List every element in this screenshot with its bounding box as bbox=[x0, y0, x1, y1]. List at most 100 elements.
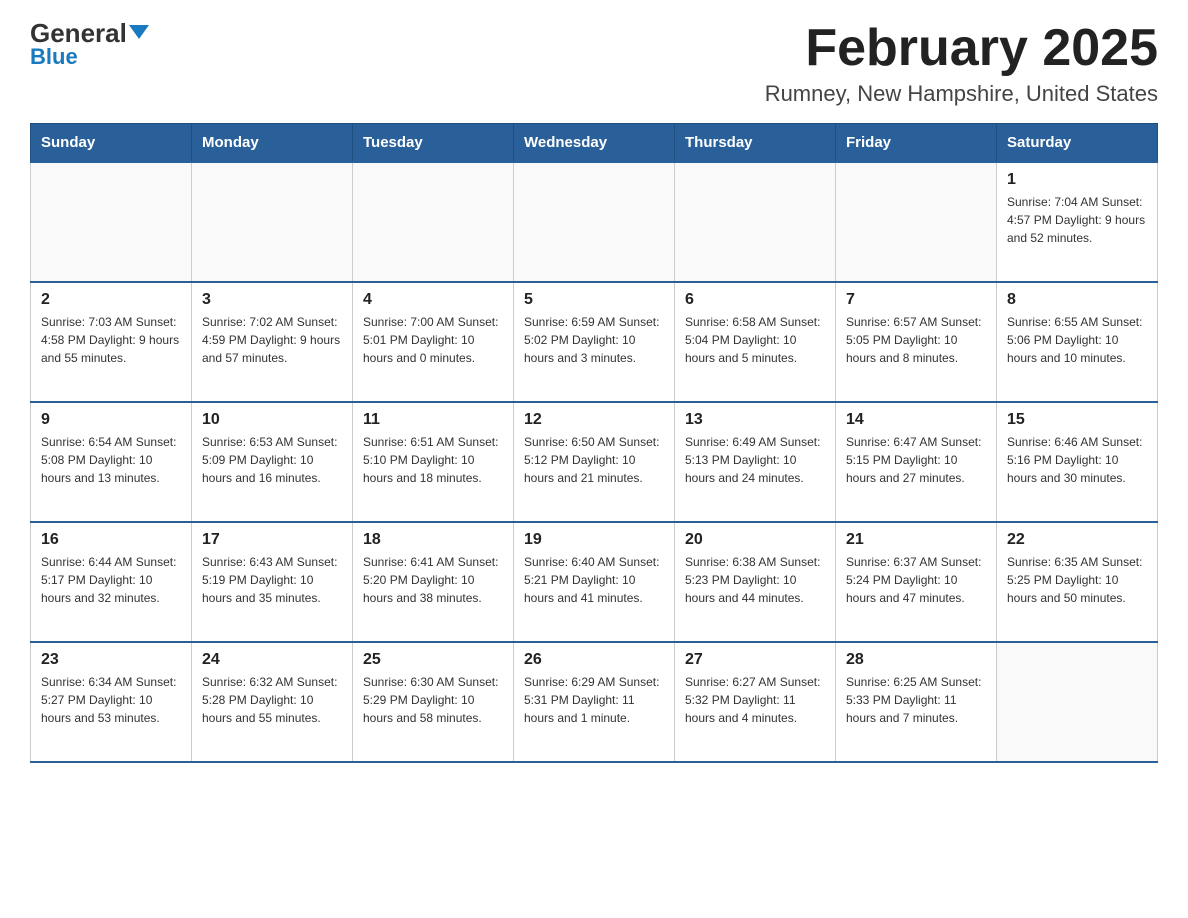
calendar-week-row: 23 Sunrise: 6:34 AM Sunset: 5:27 PM Dayli… bbox=[31, 642, 1158, 762]
calendar-cell: 8 Sunrise: 6:55 AM Sunset: 5:06 PM Daylig… bbox=[997, 282, 1158, 402]
day-info: Sunrise: 6:57 AM Sunset: 5:05 PM Dayligh… bbox=[846, 313, 986, 367]
calendar-cell: 27 Sunrise: 6:27 AM Sunset: 5:32 PM Dayli… bbox=[675, 642, 836, 762]
logo-general: General bbox=[30, 20, 149, 46]
day-info: Sunrise: 6:49 AM Sunset: 5:13 PM Dayligh… bbox=[685, 433, 825, 487]
day-number: 18 bbox=[363, 531, 503, 549]
calendar-cell: 11 Sunrise: 6:51 AM Sunset: 5:10 PM Dayli… bbox=[353, 402, 514, 522]
day-info: Sunrise: 6:59 AM Sunset: 5:02 PM Dayligh… bbox=[524, 313, 664, 367]
day-info: Sunrise: 6:27 AM Sunset: 5:32 PM Dayligh… bbox=[685, 673, 825, 727]
calendar-cell bbox=[514, 162, 675, 282]
day-info: Sunrise: 6:51 AM Sunset: 5:10 PM Dayligh… bbox=[363, 433, 503, 487]
day-number: 12 bbox=[524, 411, 664, 429]
calendar-cell bbox=[353, 162, 514, 282]
calendar-table: SundayMondayTuesdayWednesdayThursdayFrid… bbox=[30, 123, 1158, 763]
calendar-cell: 3Sunrise: 7:02 AM Sunset: 4:59 PM Daylig… bbox=[192, 282, 353, 402]
day-number: 22 bbox=[1007, 531, 1147, 549]
day-info: Sunrise: 6:44 AM Sunset: 5:17 PM Dayligh… bbox=[41, 553, 181, 607]
day-info: Sunrise: 7:04 AM Sunset: 4:57 PM Dayligh… bbox=[1007, 193, 1147, 247]
day-number: 10 bbox=[202, 411, 342, 429]
calendar-cell: 23 Sunrise: 6:34 AM Sunset: 5:27 PM Dayli… bbox=[31, 642, 192, 762]
calendar-cell: 10 Sunrise: 6:53 AM Sunset: 5:09 PM Dayli… bbox=[192, 402, 353, 522]
calendar-week-row: 16 Sunrise: 6:44 AM Sunset: 5:17 PM Dayli… bbox=[31, 522, 1158, 642]
day-number: 27 bbox=[685, 651, 825, 669]
page-header: General Blue February 2025 Rumney, New H… bbox=[30, 20, 1158, 107]
calendar-cell: 17Sunrise: 6:43 AM Sunset: 5:19 PM Dayli… bbox=[192, 522, 353, 642]
day-number: 20 bbox=[685, 531, 825, 549]
calendar-cell: 13Sunrise: 6:49 AM Sunset: 5:13 PM Dayli… bbox=[675, 402, 836, 522]
calendar-cell: 28Sunrise: 6:25 AM Sunset: 5:33 PM Dayli… bbox=[836, 642, 997, 762]
calendar-cell: 12 Sunrise: 6:50 AM Sunset: 5:12 PM Dayli… bbox=[514, 402, 675, 522]
calendar-cell: 2 Sunrise: 7:03 AM Sunset: 4:58 PM Daylig… bbox=[31, 282, 192, 402]
day-info: Sunrise: 6:30 AM Sunset: 5:29 PM Dayligh… bbox=[363, 673, 503, 727]
day-number: 15 bbox=[1007, 411, 1147, 429]
day-info: Sunrise: 6:35 AM Sunset: 5:25 PM Dayligh… bbox=[1007, 553, 1147, 607]
day-info: Sunrise: 6:34 AM Sunset: 5:27 PM Dayligh… bbox=[41, 673, 181, 727]
location-title: Rumney, New Hampshire, United States bbox=[765, 81, 1158, 107]
day-info: Sunrise: 6:40 AM Sunset: 5:21 PM Dayligh… bbox=[524, 553, 664, 607]
logo-arrow-icon bbox=[129, 25, 149, 39]
calendar-cell: 9 Sunrise: 6:54 AM Sunset: 5:08 PM Daylig… bbox=[31, 402, 192, 522]
day-number: 19 bbox=[524, 531, 664, 549]
day-info: Sunrise: 7:02 AM Sunset: 4:59 PM Dayligh… bbox=[202, 313, 342, 367]
calendar-cell: 14 Sunrise: 6:47 AM Sunset: 5:15 PM Dayli… bbox=[836, 402, 997, 522]
calendar-cell: 18 Sunrise: 6:41 AM Sunset: 5:20 PM Dayli… bbox=[353, 522, 514, 642]
day-number: 23 bbox=[41, 651, 181, 669]
day-info: Sunrise: 6:55 AM Sunset: 5:06 PM Dayligh… bbox=[1007, 313, 1147, 367]
day-info: Sunrise: 6:53 AM Sunset: 5:09 PM Dayligh… bbox=[202, 433, 342, 487]
day-info: Sunrise: 6:29 AM Sunset: 5:31 PM Dayligh… bbox=[524, 673, 664, 727]
logo-blue: Blue bbox=[30, 44, 78, 70]
calendar-cell: 6 Sunrise: 6:58 AM Sunset: 5:04 PM Daylig… bbox=[675, 282, 836, 402]
weekday-header-thursday: Thursday bbox=[675, 124, 836, 163]
day-number: 24 bbox=[202, 651, 342, 669]
day-info: Sunrise: 6:37 AM Sunset: 5:24 PM Dayligh… bbox=[846, 553, 986, 607]
day-info: Sunrise: 6:54 AM Sunset: 5:08 PM Dayligh… bbox=[41, 433, 181, 487]
calendar-cell bbox=[997, 642, 1158, 762]
calendar-cell: 5 Sunrise: 6:59 AM Sunset: 5:02 PM Daylig… bbox=[514, 282, 675, 402]
day-info: Sunrise: 6:43 AM Sunset: 5:19 PM Dayligh… bbox=[202, 553, 342, 607]
calendar-cell bbox=[192, 162, 353, 282]
day-info: Sunrise: 6:32 AM Sunset: 5:28 PM Dayligh… bbox=[202, 673, 342, 727]
day-number: 21 bbox=[846, 531, 986, 549]
calendar-cell: 4 Sunrise: 7:00 AM Sunset: 5:01 PM Daylig… bbox=[353, 282, 514, 402]
day-info: Sunrise: 6:46 AM Sunset: 5:16 PM Dayligh… bbox=[1007, 433, 1147, 487]
day-number: 2 bbox=[41, 291, 181, 309]
day-number: 26 bbox=[524, 651, 664, 669]
calendar-cell: 21 Sunrise: 6:37 AM Sunset: 5:24 PM Dayli… bbox=[836, 522, 997, 642]
calendar-cell: 25 Sunrise: 6:30 AM Sunset: 5:29 PM Dayli… bbox=[353, 642, 514, 762]
day-number: 1 bbox=[1007, 171, 1147, 189]
calendar-cell: 26 Sunrise: 6:29 AM Sunset: 5:31 PM Dayli… bbox=[514, 642, 675, 762]
day-number: 5 bbox=[524, 291, 664, 309]
calendar-cell: 16 Sunrise: 6:44 AM Sunset: 5:17 PM Dayli… bbox=[31, 522, 192, 642]
calendar-cell: 20Sunrise: 6:38 AM Sunset: 5:23 PM Dayli… bbox=[675, 522, 836, 642]
day-number: 9 bbox=[41, 411, 181, 429]
day-info: Sunrise: 7:03 AM Sunset: 4:58 PM Dayligh… bbox=[41, 313, 181, 367]
day-number: 6 bbox=[685, 291, 825, 309]
calendar-cell: 22 Sunrise: 6:35 AM Sunset: 5:25 PM Dayli… bbox=[997, 522, 1158, 642]
calendar-cell bbox=[31, 162, 192, 282]
day-number: 11 bbox=[363, 411, 503, 429]
day-number: 8 bbox=[1007, 291, 1147, 309]
weekday-header-tuesday: Tuesday bbox=[353, 124, 514, 163]
calendar-cell bbox=[836, 162, 997, 282]
day-number: 25 bbox=[363, 651, 503, 669]
weekday-header-sunday: Sunday bbox=[31, 124, 192, 163]
calendar-cell: 15 Sunrise: 6:46 AM Sunset: 5:16 PM Dayli… bbox=[997, 402, 1158, 522]
calendar-cell bbox=[675, 162, 836, 282]
day-info: Sunrise: 6:50 AM Sunset: 5:12 PM Dayligh… bbox=[524, 433, 664, 487]
calendar-cell: 24 Sunrise: 6:32 AM Sunset: 5:28 PM Dayli… bbox=[192, 642, 353, 762]
logo: General Blue bbox=[30, 20, 149, 70]
calendar-week-row: 9 Sunrise: 6:54 AM Sunset: 5:08 PM Daylig… bbox=[31, 402, 1158, 522]
calendar-week-row: 2 Sunrise: 7:03 AM Sunset: 4:58 PM Daylig… bbox=[31, 282, 1158, 402]
calendar-week-row: 1 Sunrise: 7:04 AM Sunset: 4:57 PM Daylig… bbox=[31, 162, 1158, 282]
day-number: 16 bbox=[41, 531, 181, 549]
day-info: Sunrise: 7:00 AM Sunset: 5:01 PM Dayligh… bbox=[363, 313, 503, 367]
day-info: Sunrise: 6:41 AM Sunset: 5:20 PM Dayligh… bbox=[363, 553, 503, 607]
weekday-header-wednesday: Wednesday bbox=[514, 124, 675, 163]
day-number: 4 bbox=[363, 291, 503, 309]
day-info: Sunrise: 6:58 AM Sunset: 5:04 PM Dayligh… bbox=[685, 313, 825, 367]
day-number: 14 bbox=[846, 411, 986, 429]
day-number: 7 bbox=[846, 291, 986, 309]
weekday-header-friday: Friday bbox=[836, 124, 997, 163]
day-number: 28 bbox=[846, 651, 986, 669]
day-info: Sunrise: 6:47 AM Sunset: 5:15 PM Dayligh… bbox=[846, 433, 986, 487]
